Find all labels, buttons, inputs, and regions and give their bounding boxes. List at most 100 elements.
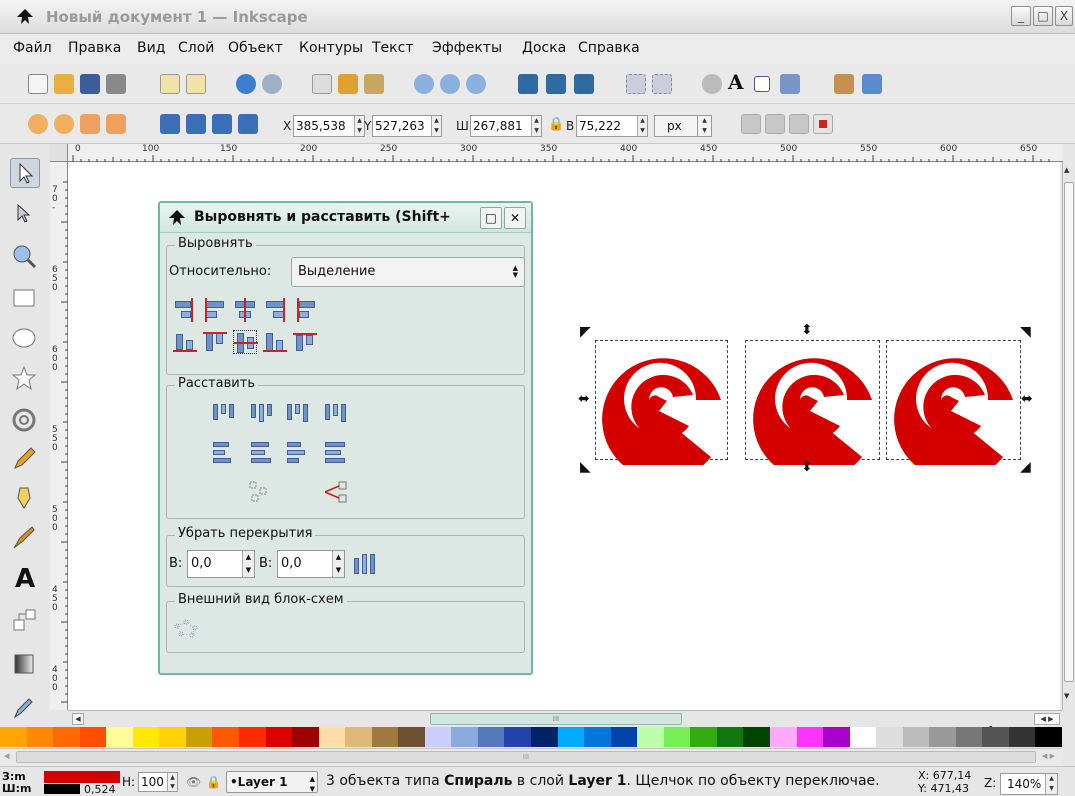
color-swatch[interactable] (265, 727, 293, 747)
vertical-scroll-thumb[interactable] (1064, 182, 1074, 682)
menu-object[interactable]: Объект (228, 40, 283, 56)
color-swatch[interactable] (531, 727, 559, 747)
color-swatch[interactable] (292, 727, 320, 747)
color-swatch[interactable] (132, 727, 160, 747)
menu-edit[interactable]: Правка (68, 40, 121, 56)
star-tool-icon[interactable] (10, 364, 40, 394)
fill-swatch[interactable] (44, 771, 120, 783)
color-swatch[interactable] (318, 727, 346, 747)
color-swatch[interactable] (106, 727, 134, 747)
menu-text[interactable]: Текст (372, 40, 413, 56)
color-swatch[interactable] (26, 727, 54, 747)
ungroup-icon[interactable] (652, 74, 672, 94)
vertical-gap-spin[interactable]: ▲ ▼ (332, 551, 344, 577)
color-swatch[interactable] (504, 727, 532, 747)
palette-scroll-thumb[interactable]: III (16, 751, 1036, 763)
preferences-icon[interactable] (834, 74, 854, 94)
scale-handle-top-left[interactable]: ◤ (580, 325, 591, 339)
height-spin-arrows[interactable]: ▲ ▼ (637, 116, 647, 136)
horizontal-scrollbar[interactable]: ◀ III ◀ ▶ (68, 710, 1062, 726)
flip-vertical-icon[interactable] (106, 114, 126, 134)
align-bottom-icon[interactable] (263, 330, 287, 354)
randomize-positions-icon[interactable] (247, 480, 271, 504)
scale-stroke-icon[interactable] (741, 114, 761, 134)
color-swatch[interactable] (371, 727, 399, 747)
palette-scroll-right-icon[interactable]: ◀ ▶ (1042, 752, 1055, 760)
ellipse-tool-icon[interactable] (10, 324, 40, 354)
vertical-scrollbar[interactable]: ▲ ▼ (1062, 162, 1075, 710)
horizontal-ruler[interactable]: 0 100 150 200 250 300 350 400 450 500 55… (68, 144, 1063, 162)
color-swatch[interactable] (212, 727, 240, 747)
align-left-icon[interactable] (203, 298, 227, 322)
align-center-horizontal-icon[interactable] (233, 298, 257, 322)
align-right-to-left-icon[interactable] (173, 298, 197, 322)
distribute-right-edges-icon[interactable] (285, 400, 309, 424)
scroll-left-icon[interactable]: ◀ (72, 713, 84, 725)
zoom-field[interactable]: 140% ▲ ▼ (1000, 773, 1058, 795)
x-field[interactable]: 385,538 ▲ ▼ (293, 115, 365, 137)
duplicate-icon[interactable] (518, 74, 538, 94)
dialog-close-button[interactable]: ✕ (504, 207, 526, 229)
color-swatch[interactable] (398, 727, 426, 747)
color-swatch[interactable] (451, 727, 479, 747)
menu-view[interactable]: Вид (137, 40, 165, 56)
color-swatch[interactable] (185, 727, 213, 747)
color-swatch[interactable] (1035, 727, 1063, 747)
color-swatch[interactable] (982, 727, 1010, 747)
menu-layer[interactable]: Слой (178, 40, 214, 56)
undo-icon[interactable] (236, 74, 256, 94)
calligraphy-tool-icon[interactable] (10, 524, 40, 554)
save-icon[interactable] (80, 74, 100, 94)
scale-handle-bottom-right[interactable]: ◢ (1020, 460, 1031, 474)
horizontal-scroll-thumb[interactable]: III (430, 713, 682, 725)
zoom-selection-icon[interactable] (414, 74, 434, 94)
zoom-page-icon[interactable] (466, 74, 486, 94)
color-swatch[interactable] (929, 727, 957, 747)
open-icon[interactable] (54, 74, 74, 94)
zoom-drawing-icon[interactable] (440, 74, 460, 94)
color-swatch[interactable] (663, 727, 691, 747)
align-left-to-right-icon[interactable] (293, 298, 317, 322)
move-gradients-icon[interactable] (789, 114, 809, 134)
menu-path[interactable]: Контуры (299, 40, 363, 56)
raise-icon[interactable] (212, 114, 232, 134)
color-swatch[interactable] (823, 727, 851, 747)
scale-handle-bottom-left[interactable]: ◣ (580, 460, 591, 474)
vertical-ruler[interactable]: 7 0 - 6 5 0 6 0 0 5 5 0 5 0 0 4 5 0 4 0 … (50, 162, 68, 710)
copy-icon[interactable] (312, 74, 332, 94)
scroll-up-icon[interactable]: ▲ (1064, 166, 1074, 176)
distribute-top-edges-icon[interactable] (211, 440, 235, 464)
color-swatch[interactable] (610, 727, 638, 747)
rotate-ccw-icon[interactable] (28, 114, 48, 134)
scale-handle-left[interactable]: ⬌ (578, 392, 590, 406)
lock-icon[interactable]: 🔒 (548, 117, 564, 132)
unit-select[interactable]: px ▲ ▼ (654, 115, 712, 137)
horizontal-gap-field[interactable]: 0,0 ▲ ▼ (187, 550, 255, 578)
dropper-tool-icon[interactable] (10, 692, 40, 722)
color-swatch[interactable] (53, 727, 81, 747)
eye-icon[interactable]: 👁 (186, 775, 201, 789)
color-swatch[interactable] (477, 727, 505, 747)
menu-help[interactable]: Справка (578, 40, 640, 56)
close-window-button[interactable]: X (1055, 6, 1073, 26)
spiral-tool-icon[interactable] (10, 406, 40, 436)
color-swatch[interactable] (849, 727, 877, 747)
menu-file[interactable]: Файл (13, 40, 52, 56)
scale-handle-bottom[interactable]: ⬍ (801, 460, 813, 474)
distribute-gaps-vertical-icon[interactable] (323, 440, 347, 464)
clone-icon[interactable] (546, 74, 566, 94)
menu-whiteboard[interactable]: Доска (522, 40, 566, 56)
width-spin-arrows[interactable]: ▲ ▼ (531, 116, 541, 136)
color-swatch[interactable] (557, 727, 585, 747)
distribute-bottom-edges-icon[interactable] (285, 440, 309, 464)
distribute-centers-vertical-icon[interactable] (249, 440, 273, 464)
distribute-left-edges-icon[interactable] (211, 400, 235, 424)
node-tool-icon[interactable] (10, 200, 40, 230)
remove-overlaps-icon[interactable] (353, 552, 377, 576)
import-icon[interactable] (160, 74, 180, 94)
zoom-tool-icon[interactable] (10, 242, 40, 272)
text-font-icon[interactable]: A (728, 70, 744, 94)
opacity-field[interactable]: 100 ▲ ▼ (138, 772, 178, 792)
scale-handle-top[interactable]: ⬍ (801, 323, 813, 337)
layer-lock-icon[interactable]: 🔒 (206, 775, 221, 789)
